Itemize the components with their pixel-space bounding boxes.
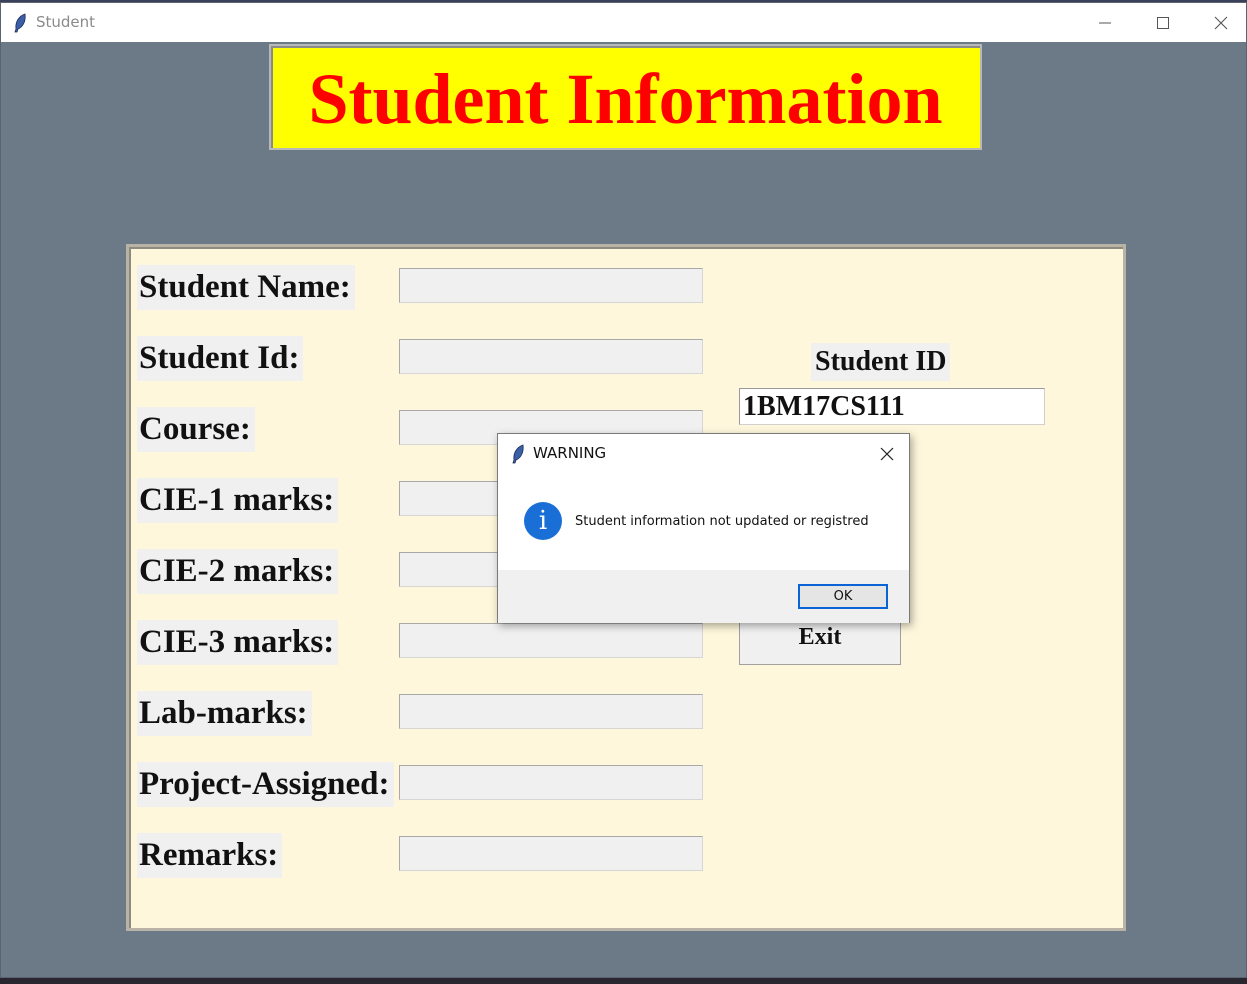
cie2-marks-label: CIE-2 marks: (137, 549, 339, 594)
page-title-banner: Student Information (269, 44, 982, 150)
cie3-marks-input[interactable] (399, 623, 703, 658)
minimize-button[interactable] (1076, 3, 1134, 42)
course-label: Course: (137, 407, 255, 452)
page-title: Student Information (308, 59, 943, 139)
lab-marks-label: Lab-marks: (137, 691, 312, 736)
student-name-input[interactable] (399, 268, 703, 303)
lab-marks-input[interactable] (399, 694, 703, 729)
remarks-label: Remarks: (137, 833, 283, 878)
student-name-label: Student Name: (137, 265, 355, 310)
student-id-lookup-label: Student ID (811, 343, 951, 381)
feather-icon (13, 13, 27, 38)
ok-button[interactable]: OK (798, 584, 888, 609)
maximize-button[interactable] (1134, 3, 1192, 42)
cie1-marks-label: CIE-1 marks: (137, 478, 339, 523)
window-title: Student (36, 13, 96, 31)
exit-button[interactable]: Exit (739, 620, 901, 665)
main-window: Student Student Information Student Name… (0, 2, 1247, 978)
project-assigned-label: Project-Assigned: (137, 762, 394, 807)
dialog-message: Student information not updated or regis… (575, 514, 869, 529)
maximize-icon (1157, 17, 1169, 29)
minimize-icon (1099, 22, 1111, 24)
student-id-lookup-input[interactable]: 1BM17CS111 (739, 388, 1045, 425)
close-icon (880, 447, 894, 461)
student-id-input[interactable] (399, 339, 703, 374)
student-id-label: Student Id: (137, 336, 304, 381)
taskbar-strip (0, 978, 1247, 984)
dialog-close-button[interactable] (874, 441, 902, 467)
close-button[interactable] (1192, 3, 1247, 42)
title-bar[interactable]: Student (1, 3, 1246, 42)
remarks-input[interactable] (399, 836, 703, 871)
dialog-footer: OK (498, 570, 909, 623)
project-assigned-input[interactable] (399, 765, 703, 800)
cie3-marks-label: CIE-3 marks: (137, 620, 339, 665)
close-icon (1214, 16, 1228, 30)
dialog-title: WARNING (533, 444, 607, 462)
warning-dialog: WARNING i Student information not update… (497, 433, 910, 623)
feather-icon (511, 444, 525, 469)
info-icon: i (524, 502, 562, 540)
